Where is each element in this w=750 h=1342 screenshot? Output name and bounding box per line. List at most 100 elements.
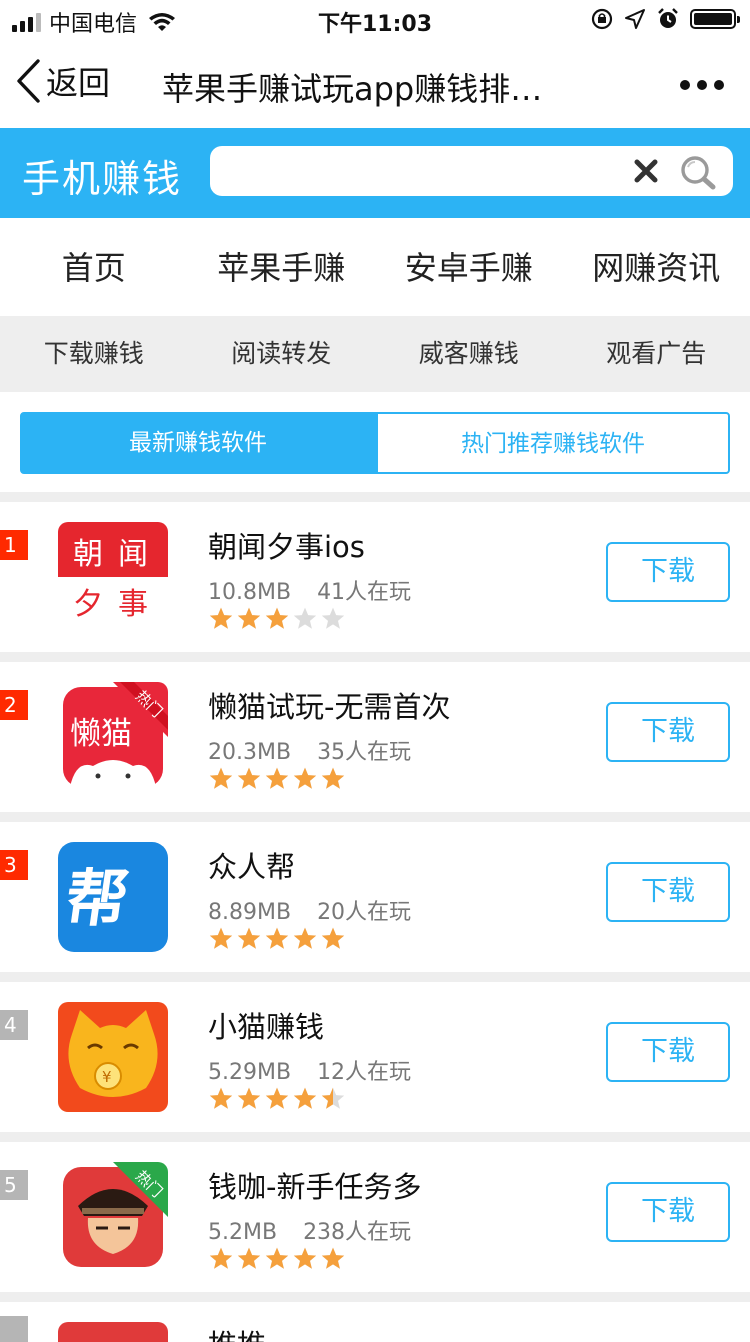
app-players: 20人在玩	[317, 900, 411, 925]
app-icon-lettering: 事	[118, 587, 148, 622]
back-button[interactable]: 返回	[14, 58, 110, 104]
divider	[0, 1132, 750, 1142]
rank-badge: 4	[0, 1010, 28, 1040]
rank-badge: 1	[0, 530, 28, 560]
star-filled-icon	[264, 926, 290, 952]
tab-home[interactable]: 首页	[0, 218, 188, 316]
subtab-witkey-earn[interactable]: 威客赚钱	[375, 316, 563, 392]
chaowen-xishi-icon[interactable]: 朝 闻 夕 事	[58, 522, 168, 632]
star-filled-icon	[208, 766, 234, 792]
app-list: 1 朝 闻 夕 事 朝闻夕事ios 10.8MB41人在玩 下载 2 懒猫	[0, 492, 750, 1342]
star-half-icon	[320, 1086, 346, 1112]
tab-android-earn[interactable]: 安卓手赚	[375, 218, 563, 316]
search-box[interactable]	[210, 146, 733, 196]
list-item[interactable]: 1 朝 闻 夕 事 朝闻夕事ios 10.8MB41人在玩 下载	[0, 502, 750, 652]
alarm-icon	[656, 7, 680, 31]
subtab-read-share[interactable]: 阅读转发	[188, 316, 376, 392]
app-players: 41人在玩	[317, 580, 411, 605]
app-meta: 5.2MB238人在玩	[208, 1214, 411, 1246]
rating-stars	[208, 926, 346, 952]
rank-badge: 2	[0, 690, 28, 720]
star-filled-icon	[264, 766, 290, 792]
app-players: 35人在玩	[317, 740, 411, 765]
star-filled-icon	[236, 766, 262, 792]
more-dot-icon	[714, 80, 724, 90]
star-filled-icon	[292, 1086, 318, 1112]
list-item[interactable]: 推推	[0, 1302, 750, 1342]
star-filled-icon	[236, 606, 262, 632]
app-size: 5.29MB	[208, 1060, 291, 1085]
star-filled-icon	[320, 926, 346, 952]
app-meta: 10.8MB41人在玩	[208, 574, 411, 606]
download-button[interactable]: 下载	[606, 542, 730, 602]
subtab-download-earn[interactable]: 下载赚钱	[0, 316, 188, 392]
sub-category-tabs: 下载赚钱 阅读转发 威客赚钱 观看广告	[0, 316, 750, 392]
star-filled-icon	[236, 926, 262, 952]
nav-bar: 返回 苹果手赚试玩app赚钱排…	[0, 40, 750, 128]
battery-icon	[690, 9, 736, 29]
app-name[interactable]: 众人帮	[208, 844, 295, 886]
list-item[interactable]: 4 ¥ 小猫赚钱 5.29MB 12人在玩 下载	[0, 982, 750, 1132]
xiaomao-icon[interactable]: ¥	[58, 1002, 168, 1112]
location-icon	[624, 8, 646, 30]
app-name[interactable]: 钱咖-新手任务多	[208, 1164, 421, 1206]
divider	[0, 492, 750, 502]
lanmao-icon[interactable]: 懒猫 热门	[58, 682, 168, 792]
search-input[interactable]	[226, 154, 610, 190]
star-filled-icon	[208, 1246, 234, 1272]
star-empty-icon	[292, 606, 318, 632]
qianka-icon[interactable]: 热门	[58, 1162, 168, 1272]
star-filled-icon	[236, 1086, 262, 1112]
app-name[interactable]: 懒猫试玩-无需首次	[208, 684, 450, 726]
app-name[interactable]: 朝闻夕事ios	[208, 524, 365, 566]
zhongrenbang-icon[interactable]: 帮	[58, 842, 168, 952]
tab-news[interactable]: 网赚资讯	[563, 218, 750, 316]
rank-badge	[0, 1316, 28, 1342]
app-icon-lettering: 夕	[73, 587, 103, 622]
star-filled-icon	[264, 1086, 290, 1112]
status-right	[590, 7, 736, 31]
site-logo[interactable]: 手机赚钱	[22, 148, 182, 203]
download-button[interactable]: 下载	[606, 1022, 730, 1082]
star-filled-icon	[264, 1246, 290, 1272]
app-size: 20.3MB	[208, 740, 291, 765]
clear-icon[interactable]	[633, 158, 659, 184]
star-filled-icon	[208, 606, 234, 632]
star-filled-icon	[320, 1246, 346, 1272]
rating-stars	[208, 766, 346, 792]
app-icon-lettering: 帮	[61, 862, 133, 935]
toggle-hot[interactable]: 热门推荐赚钱软件	[376, 412, 730, 474]
download-button[interactable]: 下载	[606, 862, 730, 922]
rating-stars	[208, 1246, 346, 1272]
app-icon[interactable]	[58, 1322, 168, 1342]
search-icon[interactable]	[679, 154, 719, 190]
rating-stars	[208, 606, 346, 632]
download-button[interactable]: 下载	[606, 1182, 730, 1242]
toggle-latest[interactable]: 最新赚钱软件	[20, 412, 376, 474]
more-menu-button[interactable]	[680, 80, 724, 90]
rating-stars	[208, 1086, 346, 1112]
tab-apple-earn[interactable]: 苹果手赚	[188, 218, 376, 316]
star-empty-icon	[320, 606, 346, 632]
app-meta: 20.3MB 35人在玩	[208, 734, 411, 766]
app-name[interactable]: 小猫赚钱	[208, 1004, 324, 1046]
app-icon-lettering: 闻	[118, 537, 148, 572]
download-button[interactable]: 下载	[606, 702, 730, 762]
subtab-watch-ads[interactable]: 观看广告	[563, 316, 750, 392]
list-item[interactable]: 3 帮 众人帮 8.89MB20人在玩 下载	[0, 822, 750, 972]
rotation-lock-icon	[590, 7, 614, 31]
app-size: 5.2MB	[208, 1220, 277, 1245]
star-filled-icon	[236, 1246, 262, 1272]
app-meta: 8.89MB 20人在玩	[208, 894, 411, 926]
app-icon-lettering: ¥	[102, 1068, 112, 1086]
app-players: 12人在玩	[317, 1060, 411, 1085]
app-name[interactable]: 推推	[208, 1322, 266, 1342]
app-size: 8.89MB	[208, 900, 291, 925]
list-item[interactable]: 5 热门 钱咖-新手任务多 5.2MB238人在玩 下载	[0, 1142, 750, 1292]
divider	[0, 652, 750, 662]
list-item[interactable]: 2 懒猫 热门 懒猫试玩-无需首次 20.3MB 35人在玩 下载	[0, 662, 750, 812]
chevron-left-icon	[14, 58, 42, 104]
site-header: 手机赚钱	[0, 128, 750, 218]
divider	[0, 812, 750, 822]
more-dot-icon	[680, 80, 690, 90]
